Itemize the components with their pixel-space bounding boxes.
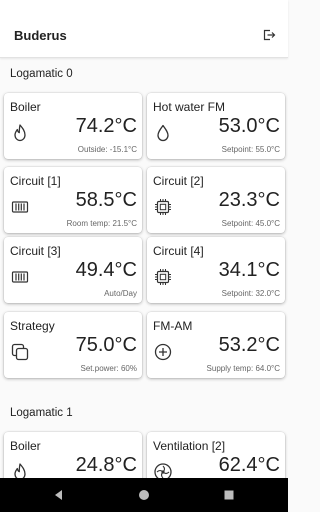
card-name: Boiler: [10, 439, 41, 453]
radiator-icon: [11, 201, 29, 213]
card-hot-water-fm[interactable]: Hot water FM 53.0°C Setpoint: 55.0°C: [147, 93, 285, 159]
card-value: 34.1°C: [218, 259, 280, 281]
card-value: 23.3°C: [218, 189, 280, 211]
card-value: 49.4°C: [75, 259, 137, 281]
card-boiler[interactable]: Boiler 74.2°C Outside: -15.1°C: [4, 93, 142, 159]
water-drop-icon: [157, 124, 169, 142]
card-value: 74.2°C: [75, 115, 137, 137]
layers-icon: [11, 343, 29, 361]
chip-icon: [155, 269, 171, 285]
logout-icon[interactable]: [262, 28, 276, 42]
card-subtext: Room temp: 21.5°C: [66, 219, 137, 228]
radiator-icon: [11, 271, 29, 283]
card-subtext: Setpoint: 32.0°C: [221, 289, 280, 298]
card-subtext: Outside: -15.1°C: [77, 145, 137, 154]
card-name: Circuit [3]: [10, 244, 61, 258]
chip-icon: [155, 199, 171, 215]
card-value: 75.0°C: [75, 334, 137, 356]
card-name: FM-AM: [153, 319, 193, 333]
home-icon[interactable]: [137, 488, 151, 502]
back-icon[interactable]: [52, 488, 66, 502]
card-subtext: Auto/Day: [104, 289, 137, 298]
card-name: Strategy: [10, 319, 55, 333]
card-circuit-1[interactable]: Circuit [1] 58.5°C Room temp: 21.5°C: [4, 167, 142, 233]
recents-icon[interactable]: [222, 488, 236, 502]
card-name: Circuit [2]: [153, 174, 204, 188]
flame-icon: [14, 124, 26, 142]
card-fm-am[interactable]: FM-AM 53.2°C Supply temp: 64.0°C: [147, 312, 285, 378]
card-circuit-2[interactable]: Circuit [2] 23.3°C Setpoint: 45.0°C: [147, 167, 285, 233]
card-name: Boiler: [10, 100, 41, 114]
card-circuit-3[interactable]: Circuit [3] 49.4°C Auto/Day: [4, 237, 142, 303]
card-value: 62.4°C: [218, 454, 280, 476]
card-name: Circuit [1]: [10, 174, 61, 188]
card-subtext: Set.power: 60%: [80, 364, 137, 373]
card-value: 24.8°C: [75, 454, 137, 476]
card-value: 58.5°C: [75, 189, 137, 211]
section-title-logamatic-1: Logamatic 1: [10, 407, 73, 419]
card-subtext: Supply temp: 64.0°C: [206, 364, 280, 373]
card-value: 53.2°C: [218, 334, 280, 356]
app-bar: Buderus: [0, 0, 288, 58]
card-name: Ventilation [2]: [153, 439, 226, 453]
card-subtext: Setpoint: 55.0°C: [221, 145, 280, 154]
card-circuit-4[interactable]: Circuit [4] 34.1°C Setpoint: 32.0°C: [147, 237, 285, 303]
system-nav-bar: [0, 478, 288, 512]
card-subtext: Setpoint: 45.0°C: [221, 219, 280, 228]
section-title-logamatic-0: Logamatic 0: [10, 68, 73, 80]
card-strategy[interactable]: Strategy 75.0°C Set.power: 60%: [4, 312, 142, 378]
card-name: Hot water FM: [153, 100, 226, 114]
card-name: Circuit [4]: [153, 244, 204, 258]
plus-circle-icon: [154, 343, 172, 361]
app-title: Buderus: [14, 28, 67, 43]
card-value: 53.0°C: [218, 115, 280, 137]
